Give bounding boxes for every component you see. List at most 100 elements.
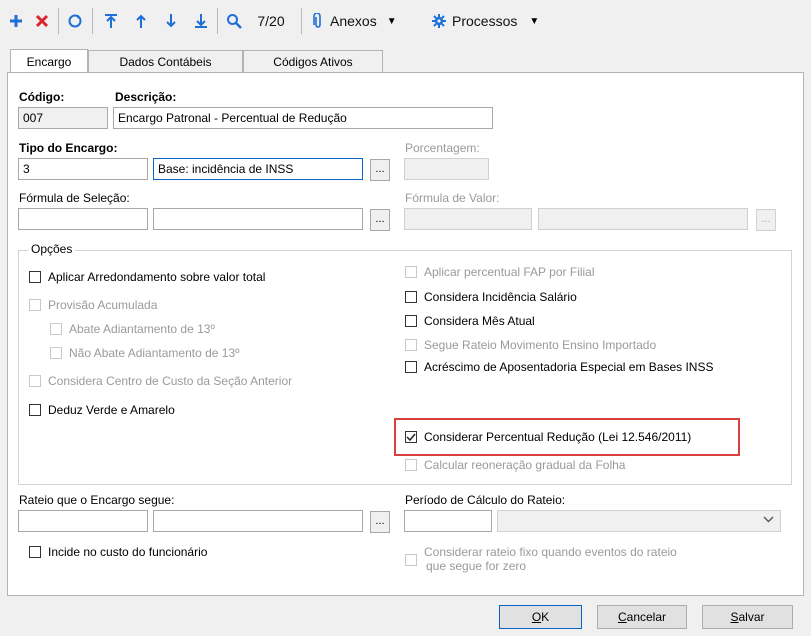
option-incidencia-salario[interactable]: Considera Incidência Salário <box>405 290 577 304</box>
descricao-field[interactable]: Encargo Patronal - Percentual de Redução <box>113 107 493 129</box>
previous-record-icon[interactable] <box>132 8 150 34</box>
rateio-code-field[interactable] <box>18 510 148 532</box>
option-centro-custo-secao: Considera Centro de Custo da Seção Anter… <box>29 374 292 388</box>
option-label: Considerar rateio fixo quando eventos do… <box>424 545 677 573</box>
option-mes-atual[interactable]: Considera Mês Atual <box>405 314 535 328</box>
option-label-line: que segue for zero <box>426 559 527 573</box>
save-label: Salvar <box>730 610 765 624</box>
cancel-label: Cancelar <box>617 610 667 624</box>
rateio-desc-field[interactable] <box>153 510 363 532</box>
option-aplicar-arredondamento[interactable]: Aplicar Arredondamento sobre valor total <box>29 270 265 284</box>
tab-codigos-ativos[interactable]: Códigos Ativos <box>243 50 383 72</box>
formula-valor-label: Fórmula de Valor: <box>405 191 500 205</box>
delete-icon[interactable] <box>32 8 52 34</box>
tipo-encargo-code-field[interactable]: 3 <box>18 158 148 180</box>
formula-valor-lookup-button: ... <box>756 209 776 231</box>
option-rateio-ensino: Segue Rateio Movimento Ensino Importado <box>405 338 656 352</box>
option-fap-filial: Aplicar percentual FAP por Filial <box>405 265 595 279</box>
rateio-lookup-button[interactable]: ... <box>370 511 390 533</box>
descricao-label: Descrição: <box>115 90 177 104</box>
checkbox[interactable] <box>29 546 41 558</box>
option-nao-abate-adiantamento: Não Abate Adiantamento de 13º <box>50 346 240 360</box>
checkbox <box>405 459 417 471</box>
option-acrescimo-aposentadoria[interactable]: Acréscimo de Aposentadoria Especial em B… <box>405 360 713 374</box>
option-label: Considera Incidência Salário <box>424 290 577 304</box>
record-position: 7/20 <box>257 13 285 29</box>
attachments-label: Anexos <box>330 13 377 29</box>
option-label: Aplicar percentual FAP por Filial <box>424 265 595 279</box>
tipo-encargo-label: Tipo do Encargo: <box>19 141 118 155</box>
tipo-encargo-desc-field[interactable]: Base: incidência de INSS <box>153 158 363 180</box>
checkbox <box>405 339 417 351</box>
option-incide-custo[interactable]: Incide no custo do funcionário <box>29 545 207 559</box>
processes-label: Processos <box>452 13 518 29</box>
cancel-button[interactable]: Cancelar <box>597 605 687 629</box>
paperclip-icon <box>313 13 323 29</box>
gear-icon <box>432 14 446 28</box>
periodo-label: Período de Cálculo do Rateio: <box>405 493 566 507</box>
porcentagem-field <box>404 158 489 180</box>
option-label: Considerar Percentual Redução (Lei 12.54… <box>424 430 692 444</box>
rateio-label: Rateio que o Encargo segue: <box>19 493 175 507</box>
tab-encargo[interactable]: Encargo <box>10 49 88 73</box>
option-label: Considera Mês Atual <box>424 314 535 328</box>
toolbar-separator <box>92 8 93 34</box>
option-percentual-reducao[interactable]: Considerar Percentual Redução (Lei 12.54… <box>405 430 691 444</box>
checkbox <box>29 299 41 311</box>
processes-menu[interactable]: Processos ▼ <box>432 8 557 34</box>
periodo-select <box>497 510 781 532</box>
option-rateio-fixo: Considerar rateio fixo quando eventos do… <box>405 545 677 573</box>
option-reoneracao-gradual: Calcular reoneração gradual da Folha <box>405 458 625 472</box>
option-label: Calcular reoneração gradual da Folha <box>424 458 626 472</box>
chevron-down-icon: ▼ <box>529 15 540 27</box>
codigo-label: Código: <box>19 90 65 104</box>
option-label: Provisão Acumulada <box>48 298 158 312</box>
checkbox[interactable] <box>29 271 41 283</box>
toolbar: 7/20 Anexos ▼ Processos ▼ <box>0 0 811 44</box>
checkbox-checked[interactable] <box>405 431 417 443</box>
attachments-menu[interactable]: Anexos ▼ <box>313 8 413 34</box>
opcoes-title: Opções <box>28 242 76 256</box>
add-icon[interactable] <box>6 8 26 34</box>
periodo-field[interactable] <box>404 510 492 532</box>
option-abate-adiantamento: Abate Adiantamento de 13º <box>50 322 215 336</box>
option-label: Incide no custo do funcionário <box>48 545 208 559</box>
last-record-icon[interactable] <box>192 8 210 34</box>
checkbox <box>50 323 62 335</box>
ok-label: OK <box>531 610 550 624</box>
formula-valor-code-field <box>404 208 532 230</box>
option-provisao-acumulada: Provisão Acumulada <box>29 298 157 312</box>
checkbox[interactable] <box>29 404 41 416</box>
first-record-icon[interactable] <box>102 8 120 34</box>
chevron-down-icon: ▼ <box>386 15 397 27</box>
ok-button[interactable]: OK <box>499 605 582 629</box>
formula-selecao-code-field[interactable] <box>18 208 148 230</box>
option-label: Acréscimo de Aposentadoria Especial em B… <box>424 360 714 374</box>
checkbox <box>29 375 41 387</box>
search-icon[interactable] <box>224 8 244 34</box>
next-record-icon[interactable] <box>162 8 180 34</box>
checkbox <box>50 347 62 359</box>
option-label: Abate Adiantamento de 13º <box>69 322 215 336</box>
formula-valor-desc-field <box>538 208 748 230</box>
codigo-field: 007 <box>18 107 108 129</box>
toolbar-separator <box>217 8 218 34</box>
porcentagem-label: Porcentagem: <box>405 141 480 155</box>
formula-selecao-lookup-button[interactable]: ... <box>370 209 390 231</box>
option-label: Deduz Verde e Amarelo <box>48 403 175 417</box>
checkbox[interactable] <box>405 291 417 303</box>
option-label: Aplicar Arredondamento sobre valor total <box>48 270 266 284</box>
check-icon <box>406 433 416 442</box>
refresh-icon[interactable] <box>64 8 86 34</box>
tipo-encargo-lookup-button[interactable]: ... <box>370 159 390 181</box>
tab-dados-contabeis[interactable]: Dados Contábeis <box>88 50 243 72</box>
option-deduz-verde-amarelo[interactable]: Deduz Verde e Amarelo <box>29 403 175 417</box>
checkbox[interactable] <box>405 361 417 373</box>
save-button[interactable]: Salvar <box>702 605 793 629</box>
checkbox[interactable] <box>405 315 417 327</box>
option-label: Segue Rateio Movimento Ensino Importado <box>424 338 657 352</box>
formula-selecao-desc-field[interactable] <box>153 208 363 230</box>
option-label: Considera Centro de Custo da Seção Anter… <box>48 374 293 388</box>
option-label-line: Considerar rateio fixo quando eventos do… <box>424 545 677 559</box>
checkbox <box>405 266 417 278</box>
